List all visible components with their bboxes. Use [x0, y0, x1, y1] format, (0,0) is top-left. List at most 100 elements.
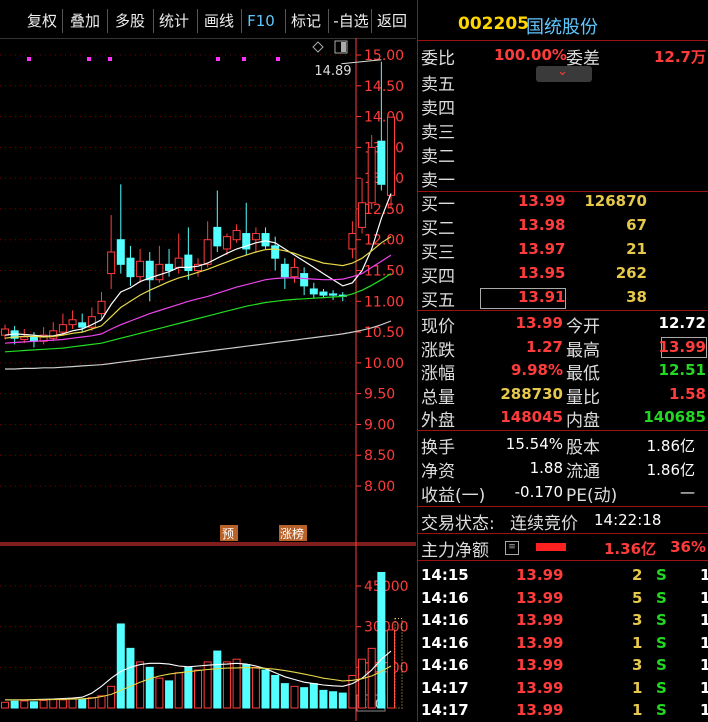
toolbar-item-3[interactable]: 统计 [156, 9, 192, 33]
sell-level-row[interactable]: 卖一 [418, 166, 708, 191]
price-tick-label: 11.00 [364, 294, 404, 310]
fund-value: 15.54% [505, 435, 563, 453]
tick-side: S [656, 633, 667, 652]
toolbar-item-8[interactable]: 返回 [374, 9, 410, 33]
candle-body [165, 263, 174, 271]
candle-body [309, 288, 318, 295]
volume-bar [232, 658, 241, 709]
trade-state-row: 交易状态: 连续竞价 14:22:18 [418, 509, 708, 534]
price-tick-label: 10.50 [364, 325, 404, 341]
buy-level-row[interactable]: 买一 13.99 126870 [418, 190, 708, 215]
price-tick-label: 15.00 [364, 48, 404, 64]
price-tick-label: 9.00 [364, 417, 395, 433]
main-flow-label: 主力净额 [421, 541, 489, 561]
tick-count: 1 [700, 566, 708, 584]
tick-row[interactable]: 14:15 13.99 2 S 1 [418, 564, 708, 587]
flow-bar [536, 543, 566, 551]
volume-bar [329, 691, 338, 709]
candle-body [107, 251, 116, 275]
quote-panel: 002205 国统股份 委比 100.00% 委差 12.7万 ⌄ 卖五 卖四 卖三… [417, 0, 708, 721]
volume-bar [319, 689, 328, 709]
candle-body [251, 233, 260, 241]
candle-body [300, 273, 309, 287]
buy-level-row[interactable]: 买三 13.97 21 [418, 238, 708, 263]
sell-level-row[interactable]: 卖五 [418, 70, 708, 95]
candle-body [348, 233, 357, 250]
tick-side: S [656, 656, 667, 674]
tick-side: S [656, 701, 667, 719]
tick-side: S [656, 588, 667, 607]
toolbar-item-5[interactable]: F10 [244, 9, 278, 33]
tick-row[interactable]: 14:17 13.99 1 S 1 [418, 677, 708, 700]
event-marker [27, 57, 31, 61]
toolbar-separator [328, 9, 329, 33]
toolbar-item-1[interactable]: 叠加 [65, 9, 105, 33]
tick-count: 1 [700, 678, 708, 697]
tick-volume: 1 [632, 701, 643, 719]
candle-body [116, 239, 125, 265]
volume-bar [377, 571, 386, 709]
fund-value-2: — [680, 483, 695, 501]
buy-level-volume: 262 [615, 264, 647, 282]
toolbar-separator [371, 9, 372, 33]
fund-row: 净资 1.88 流通 1.86亿 [418, 457, 708, 482]
quote-row: 总量 288730 量比 1.58 [418, 383, 708, 408]
quote-label-2: 今开 [566, 317, 600, 337]
kline-chart[interactable]: 15.0014.5014.0013.5013.0012.5012.0011.50… [0, 38, 416, 721]
candle-body [136, 260, 145, 278]
toolbar-item-7[interactable]: -自选 [331, 9, 371, 33]
volume-bar [78, 698, 87, 709]
fund-value-2: 1.86亿 [646, 437, 695, 455]
marker-limit: 涨榜 [280, 526, 304, 541]
candle-body [367, 146, 376, 204]
toolbar-item-4[interactable]: 画线 [200, 9, 238, 33]
buy-level-label: 买五 [421, 291, 455, 311]
volume-bar [107, 685, 116, 709]
toolbar-separator [153, 9, 154, 33]
buy-level-volume: 38 [626, 288, 647, 306]
quote-row: 现价 13.99 今开 12.72 [418, 312, 708, 337]
tick-price: 13.99 [516, 566, 564, 584]
tick-row[interactable]: 14:16 13.99 1 S 1 [418, 632, 708, 655]
tick-row[interactable]: 14:17 13.99 1 S 1 [418, 699, 708, 722]
order-ratio-label: 委比 [421, 49, 455, 69]
buy-level-volume: 21 [626, 240, 647, 258]
tick-row[interactable]: 14:16 13.99 5 S 1 [418, 587, 708, 610]
toolbar-item-2[interactable]: 多股 [110, 9, 150, 33]
sell-level-row[interactable]: 卖三 [418, 118, 708, 143]
buy-level-price: 13.95 [518, 264, 566, 282]
buy-level-row[interactable]: 买五 13.91 38 [418, 286, 708, 311]
toolbar-item-0[interactable]: 复权 [22, 9, 62, 33]
sell-level-row[interactable]: 卖四 [418, 94, 708, 119]
tick-row[interactable]: 14:16 13.99 3 S 1 [418, 609, 708, 632]
candle-body [174, 257, 183, 268]
volume-bar [367, 647, 376, 709]
volume-bar [165, 680, 174, 709]
candle-body [155, 263, 164, 281]
quote-label: 总量 [421, 387, 455, 408]
quote-label: 现价 [421, 317, 455, 337]
toolbar-separator [241, 9, 242, 33]
tick-time: 14:15 [421, 566, 469, 584]
volume-bar [145, 666, 154, 709]
trade-state-time: 14:22:18 [594, 511, 662, 529]
volume-bar [155, 677, 164, 709]
sell-level-row[interactable]: 卖二 [418, 142, 708, 167]
candle-body [280, 263, 289, 278]
toolbar-separator [62, 9, 63, 33]
tick-price: 13.99 [516, 678, 564, 697]
list-icon[interactable]: ≡ [505, 541, 519, 555]
volume-bar [87, 697, 96, 709]
quote-label-2: 量比 [566, 387, 600, 408]
sell-level-label: 卖三 [421, 123, 455, 143]
candle-body [184, 254, 193, 272]
buy-level-label: 买一 [421, 195, 455, 215]
toolbar-item-6[interactable]: 标记 [288, 9, 324, 33]
tick-row[interactable]: 14:16 13.99 3 S 1 [418, 654, 708, 677]
buy-level-row[interactable]: 买四 13.95 262 [418, 262, 708, 287]
buy-level-row[interactable]: 买二 13.98 67 [418, 214, 708, 239]
price-tick-label: 9.50 [364, 387, 395, 403]
fund-label: 收益(一) [421, 486, 486, 506]
order-diff-value: 12.7万 [653, 48, 706, 66]
price-tick-label: 8.00 [364, 479, 395, 495]
